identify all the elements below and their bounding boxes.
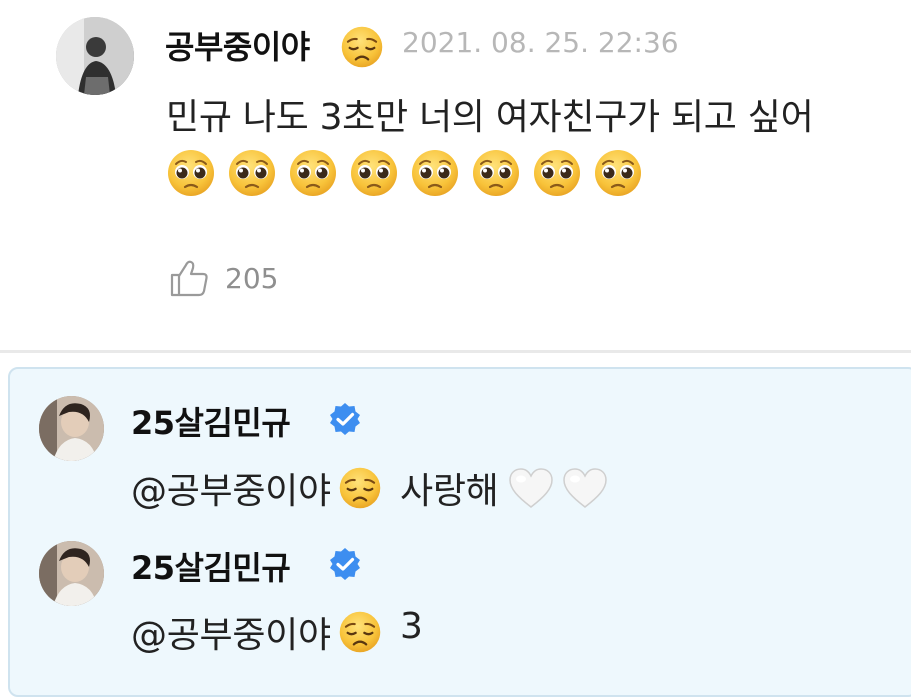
reply-mention[interactable]: @공부중이야 [131,462,331,514]
verified-badge-icon [328,547,362,581]
profile-photo [39,541,104,606]
reply-text: 사랑해 [400,471,499,512]
thumbs-up-icon[interactable] [168,257,210,299]
profile-photo [39,396,104,461]
pleading-face-icon [227,148,277,198]
avatar[interactable] [56,17,134,95]
disappointed-face-icon [338,466,382,510]
comment-date: 2021. 08. 25. 22:36 [402,26,679,59]
verified-badge-icon [328,402,362,436]
white-heart-icon [563,468,607,508]
pleading-face-icon [532,148,582,198]
pleading-face-icon [288,148,338,198]
comment-nickname[interactable]: 공부중이야 [165,22,310,68]
emoji-row [166,148,643,198]
reply-nickname[interactable]: 25살김민규 [131,543,291,589]
reply-avatar[interactable] [39,541,104,606]
disappointed-face-icon [338,610,382,654]
replies-panel: 25살김민규 @공부중이야 사랑해 25살김민규 @공부중이야 3 [8,367,911,697]
reply-nickname[interactable]: 25살김민규 [131,398,291,444]
like-count: 205 [225,262,279,295]
comment: 공부중이야 2021. 08. 25. 22:36 민규 나도 3초만 너의 여… [0,0,911,352]
divider [0,350,911,353]
pleading-face-icon [471,148,521,198]
profile-photo [56,17,134,95]
pleading-face-icon [349,148,399,198]
pleading-face-icon [593,148,643,198]
pleading-face-icon [410,148,460,198]
white-heart-icon [509,468,553,508]
reply-avatar[interactable] [39,396,104,461]
reply-mention[interactable]: @공부중이야 [131,606,331,658]
comment-text: 민규 나도 3초만 너의 여자친구가 되고 싶어 [166,97,814,138]
disappointed-face-icon [340,25,384,69]
pleading-face-icon [166,148,216,198]
reply-text: 3 [400,606,423,647]
